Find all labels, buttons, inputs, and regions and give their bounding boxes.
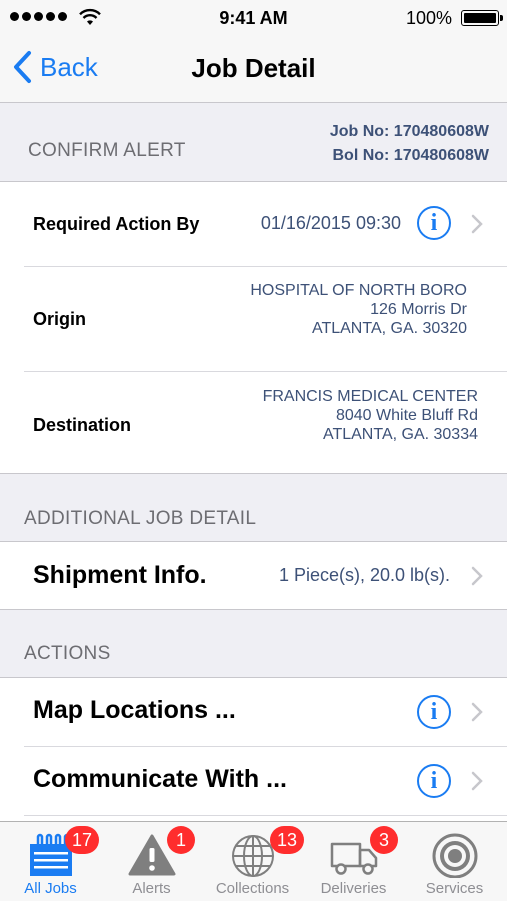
actions-group: Map Locations ... i Communicate With ...… <box>0 677 507 837</box>
job-number: Job No: 170480608W <box>329 123 489 140</box>
deliveries-badge: 3 <box>370 826 398 854</box>
battery-icon <box>461 10 503 26</box>
all-jobs-badge: 17 <box>65 826 100 854</box>
actions-header: ACTIONS <box>0 610 507 677</box>
chevron-right-icon <box>471 214 483 234</box>
additional-detail-title: ADDITIONAL JOB DETAIL <box>24 508 257 529</box>
collections-badge: 13 <box>270 826 305 854</box>
battery-percentage: 100% <box>405 8 452 28</box>
chevron-right-icon <box>471 771 483 791</box>
job-details-group: Required Action By 01/16/2015 09:30 i Or… <box>0 181 507 474</box>
divider <box>24 815 507 816</box>
tab-label: All Jobs <box>24 880 77 897</box>
origin-line: 126 Morris Dr <box>370 301 467 318</box>
page-title: Job Detail <box>191 53 316 83</box>
confirm-alert-header: CONFIRM ALERT Job No: 170480608W Bol No:… <box>0 103 507 181</box>
tab-services[interactable]: Services <box>404 822 505 901</box>
info-icon[interactable]: i <box>417 206 451 240</box>
tab-all-jobs[interactable]: 17 All Jobs <box>0 822 101 901</box>
tab-deliveries[interactable]: 3 Deliveries <box>303 822 404 901</box>
tab-label: Deliveries <box>320 880 387 897</box>
info-icon[interactable]: i <box>417 695 451 729</box>
tab-label: Services <box>425 880 484 897</box>
required-action-label: Required Action By <box>33 214 200 234</box>
tab-label: Alerts <box>132 880 171 897</box>
destination-line: FRANCIS MEDICAL CENTER <box>262 388 478 405</box>
tab-label: Collections <box>215 880 290 897</box>
communicate-with-row[interactable]: Communicate With ... i <box>0 747 507 815</box>
tab-bar: 17 All Jobs 1 Alerts 13 Collections 3 De… <box>0 821 507 901</box>
status-bar: 9:41 AM 100% <box>0 0 507 36</box>
destination-address: FRANCIS MEDICAL CENTER 8040 White Bluff … <box>263 387 478 444</box>
shipment-info-value: 1 Piece(s), 20.0 lb(s). <box>278 565 450 585</box>
communicate-with-label: Communicate With ... <box>33 765 287 793</box>
shipment-group: Shipment Info. 1 Piece(s), 20.0 lb(s). <box>0 541 507 610</box>
target-icon <box>432 833 478 878</box>
origin-line: HOSPITAL OF NORTH BORO <box>250 282 467 299</box>
tab-collections[interactable]: 13 Collections <box>202 822 305 901</box>
map-locations-row[interactable]: Map Locations ... i <box>0 678 507 746</box>
actions-title: ACTIONS <box>24 643 111 664</box>
destination-label: Destination <box>33 415 132 435</box>
shipment-info-label: Shipment Info. <box>33 561 207 589</box>
destination-line: ATLANTA, GA. 30334 <box>322 426 478 443</box>
destination-row: Destination FRANCIS MEDICAL CENTER 8040 … <box>0 372 507 474</box>
job-numbers: Job No: 170480608W Bol No: 170480608W <box>330 120 489 168</box>
origin-line: ATLANTA, GA. 30320 <box>311 320 467 337</box>
map-locations-label: Map Locations ... <box>33 696 236 724</box>
required-action-row[interactable]: Required Action By 01/16/2015 09:30 i <box>0 182 507 266</box>
alerts-badge: 1 <box>167 826 195 854</box>
origin-row: Origin HOSPITAL OF NORTH BORO 126 Morris… <box>0 267 507 371</box>
destination-line: 8040 White Bluff Rd <box>335 407 478 424</box>
info-icon[interactable]: i <box>417 764 451 798</box>
required-action-value: 01/16/2015 09:30 <box>260 213 401 233</box>
bol-number: Bol No: 170480608W <box>332 147 489 164</box>
confirm-alert-title: CONFIRM ALERT <box>28 140 186 161</box>
tab-alerts[interactable]: 1 Alerts <box>101 822 202 901</box>
origin-address: HOSPITAL OF NORTH BORO 126 Morris Dr ATL… <box>250 281 467 338</box>
chevron-right-icon <box>471 566 483 586</box>
shipment-info-row[interactable]: Shipment Info. 1 Piece(s), 20.0 lb(s). <box>0 542 507 610</box>
navigation-bar: Back Job Detail <box>0 36 507 103</box>
origin-label: Origin <box>33 309 86 329</box>
chevron-right-icon <box>471 702 483 722</box>
additional-detail-header: ADDITIONAL JOB DETAIL <box>0 474 507 541</box>
